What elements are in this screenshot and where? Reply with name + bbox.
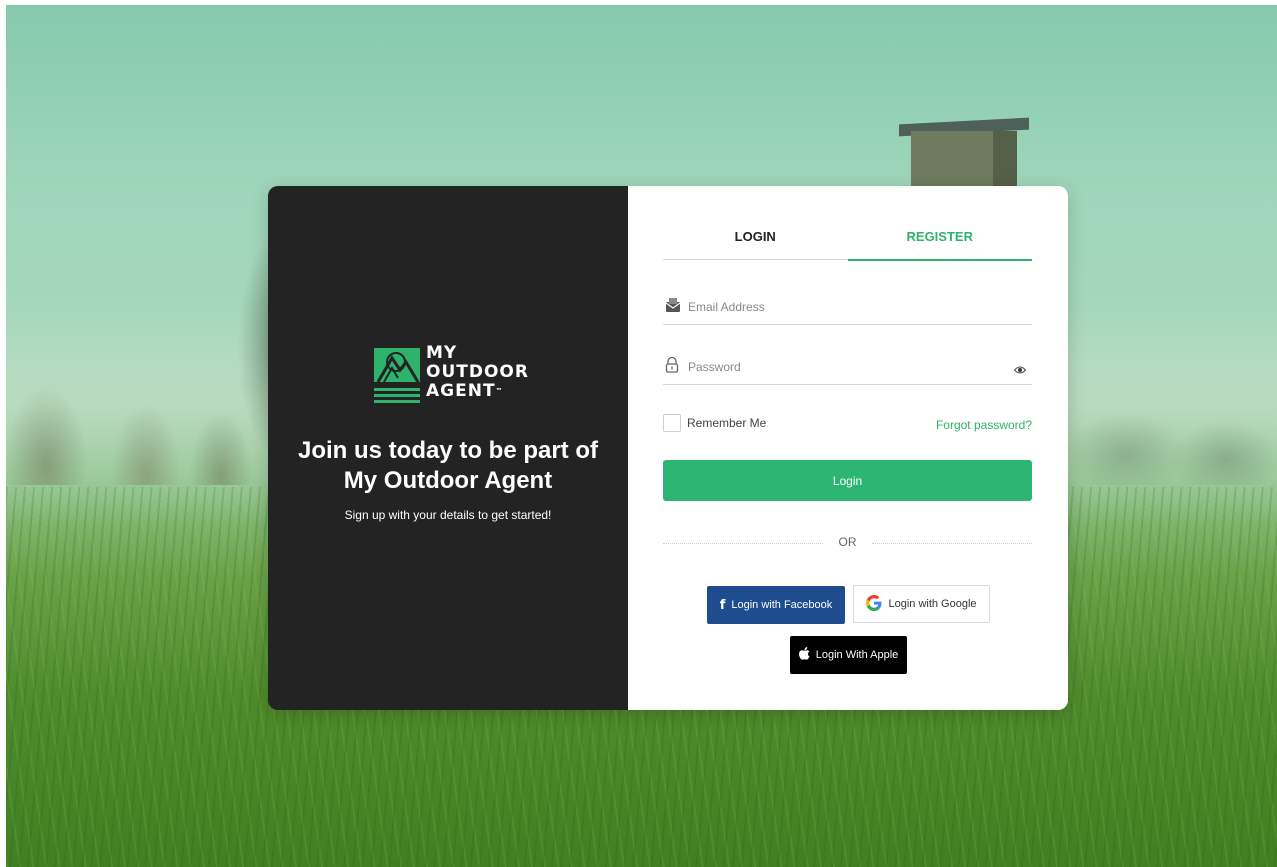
logo-wordmark: MY OUTDOOR AGENT™ (426, 344, 529, 401)
logo-line-2: OUTDOOR (426, 362, 529, 382)
brand-logo: MY OUTDOOR AGENT™ (374, 344, 528, 410)
headline-line-2: My Outdoor Agent (343, 467, 553, 494)
trademark: ™ (495, 387, 503, 395)
envelope-icon (665, 297, 681, 318)
facebook-icon: f (719, 597, 726, 613)
lock-icon (665, 356, 679, 378)
mountain-logo-icon (374, 348, 420, 403)
google-login-label: Login with Google (888, 598, 977, 610)
logo-line-1: MY (426, 343, 458, 363)
remember-checkbox[interactable] (663, 414, 681, 432)
headline-line-1: Join us today to be part of (297, 437, 598, 464)
apple-login-button[interactable]: Login With Apple (790, 636, 907, 674)
email-input[interactable] (688, 297, 998, 317)
form-panel: LOGIN REGISTER Email Address Remember Me… (628, 186, 1068, 710)
or-divider: OR (663, 535, 1032, 551)
welcome-headline: Join us today to be part of My Outdoor A… (268, 436, 628, 496)
password-input[interactable] (688, 357, 998, 377)
remember-me[interactable]: Remember Me (663, 414, 766, 432)
login-button[interactable]: Login (663, 460, 1032, 501)
apple-login-label: Login With Apple (815, 649, 899, 661)
apple-icon (798, 647, 810, 663)
eye-icon[interactable] (1013, 361, 1027, 379)
google-icon (866, 594, 882, 614)
tab-register[interactable]: REGISTER (847, 226, 1033, 261)
welcome-subtext: Sign up with your details to get started… (344, 508, 552, 522)
auth-card: MY OUTDOOR AGENT™ Join us today to be pa… (268, 186, 1068, 710)
email-field (663, 289, 1032, 325)
tab-login[interactable]: LOGIN (663, 226, 848, 259)
welcome-panel: MY OUTDOOR AGENT™ Join us today to be pa… (268, 186, 628, 710)
facebook-login-button[interactable]: f Login with Facebook (707, 586, 845, 624)
logo-line-3: AGENT (426, 381, 496, 401)
password-field (663, 349, 1032, 385)
facebook-login-label: Login with Facebook (731, 599, 833, 611)
remember-label: Remember Me (687, 416, 767, 430)
or-label: OR (838, 535, 857, 549)
auth-tabs: LOGIN REGISTER (663, 226, 1033, 261)
google-login-button[interactable]: Login with Google (853, 585, 990, 623)
forgot-password-link[interactable]: Forgot password? (936, 418, 1032, 432)
